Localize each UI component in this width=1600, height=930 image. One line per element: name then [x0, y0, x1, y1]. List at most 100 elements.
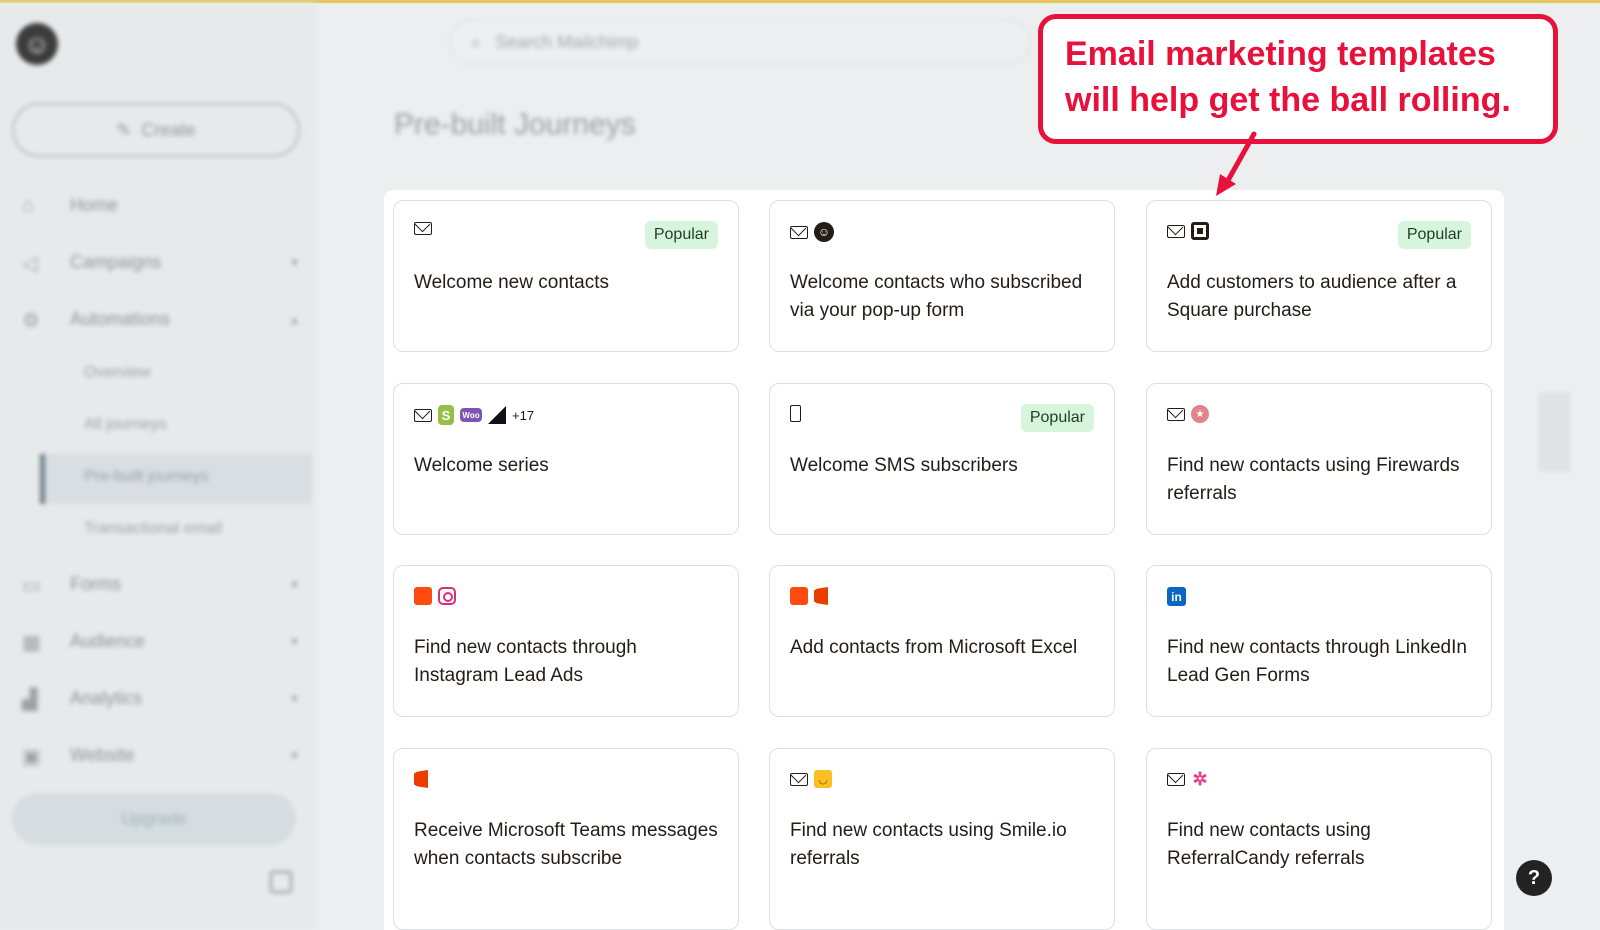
nav-campaigns[interactable]: ◁ Campaigns ▾ [22, 245, 302, 279]
callout-line-2: will help get the ball rolling. [1065, 81, 1511, 119]
chevron-down-icon: ▾ [290, 746, 298, 763]
nav-audience[interactable]: ▦ Audience ▾ [22, 624, 302, 658]
card-title: Find new contacts through Instagram Lead… [414, 637, 637, 686]
phone-icon [790, 405, 801, 422]
callout-arrow-icon [1216, 131, 1257, 196]
journey-card[interactable]: Add contacts from Microsoft Excel [769, 565, 1115, 717]
office-icon [414, 770, 428, 788]
card-title: Receive Microsoft Teams messages when co… [414, 820, 718, 869]
annotation-callout: Email marketing templates will help get … [1038, 14, 1558, 144]
feedback-tab[interactable] [1538, 392, 1570, 472]
journey-card[interactable]: Find new contacts through Instagram Lead… [393, 565, 739, 717]
nav-home-label: Home [70, 194, 119, 215]
mailchimp-logo-icon[interactable]: ☺ [16, 23, 58, 65]
smile-io-icon: ◡ [814, 770, 832, 788]
nav-forms[interactable]: ▭ Forms ▾ [22, 567, 302, 601]
more-integrations-count: +17 [512, 407, 535, 423]
create-label: Create [141, 119, 196, 140]
card-title: Welcome contacts who subscribed via your… [790, 272, 1083, 321]
email-icon [790, 225, 808, 239]
firewards-icon: ★ [1191, 405, 1209, 423]
search-input[interactable]: Search Mailchimp [495, 32, 638, 53]
megaphone-icon: ◁ [22, 253, 38, 275]
card-icons: ◡ [790, 770, 832, 788]
popular-badge: Popular [1020, 404, 1094, 432]
search-icon: ⌕ [471, 31, 482, 52]
chevron-down-icon: ▾ [290, 575, 298, 592]
card-title: Add contacts from Microsoft Excel [790, 637, 1078, 658]
card-title: Find new contacts using ReferralCandy re… [1167, 820, 1371, 869]
email-icon [414, 222, 432, 235]
shopify-icon: S [438, 405, 454, 425]
chevron-down-icon: ▾ [290, 253, 298, 270]
journeys-panel: Popular Welcome new contacts ☺ Welcome c… [384, 190, 1504, 930]
card-title: Welcome series [414, 455, 549, 476]
chevron-up-icon: ▴ [290, 310, 298, 327]
card-title: Find new contacts using Firewards referr… [1167, 455, 1460, 504]
card-title: Find new contacts through LinkedIn Lead … [1167, 637, 1467, 686]
referralcandy-icon: ✲ [1192, 768, 1208, 789]
journey-card[interactable]: in Find new contacts through LinkedIn Le… [1146, 565, 1492, 717]
card-icons [790, 587, 828, 605]
journey-card[interactable]: Popular Welcome new contacts [393, 200, 739, 352]
website-icon: ▣ [22, 746, 41, 768]
audience-icon: ▦ [22, 632, 41, 654]
card-icons [1167, 222, 1209, 240]
nav-campaigns-label: Campaigns [70, 251, 162, 272]
page-title: Pre-built Journeys [394, 108, 636, 141]
woocommerce-icon: Woo [460, 408, 482, 422]
card-title: Find new contacts using Smile.io referra… [790, 820, 1067, 869]
popular-badge: Popular [1397, 221, 1471, 249]
card-title: Welcome SMS subscribers [790, 455, 1018, 476]
instagram-icon [438, 587, 456, 605]
nav-home[interactable]: ⌂ Home [22, 188, 302, 222]
journey-card[interactable]: Receive Microsoft Teams messages when co… [393, 748, 739, 930]
pencil-icon: ✎ [116, 119, 132, 140]
card-icons: ☺ [790, 222, 834, 242]
chevron-down-icon: ▾ [290, 632, 298, 649]
create-button[interactable]: ✎ Create [12, 103, 300, 157]
sub-all-journeys[interactable]: All journeys [84, 416, 167, 434]
card-icons: in [1167, 587, 1186, 606]
journey-card[interactable]: ✲ Find new contacts using ReferralCandy … [1146, 748, 1492, 930]
email-icon [1167, 772, 1185, 786]
email-icon [414, 408, 432, 422]
mailchimp-icon: ☺ [814, 222, 834, 242]
popular-badge: Popular [644, 221, 718, 249]
sidebar: ☺ ✎ Create ⌂ Home ◁ Campaigns ▾ ⚙ Automa… [0, 3, 316, 930]
lead-ads-icon [414, 587, 432, 605]
upgrade-button[interactable]: Upgrade [12, 793, 296, 845]
journey-card[interactable]: ◡ Find new contacts using Smile.io refer… [769, 748, 1115, 930]
journey-card[interactable]: ★ Find new contacts using Firewards refe… [1146, 383, 1492, 535]
collapse-sidebar-icon[interactable] [270, 871, 292, 893]
lead-ads-icon [790, 587, 808, 605]
sub-transactional-email[interactable]: Transactional email [84, 520, 222, 538]
email-icon [1167, 224, 1185, 238]
search-bar[interactable]: ⌕ Search Mailchimp [450, 20, 1030, 64]
analytics-icon: ▟ [22, 689, 38, 711]
journey-card[interactable]: S Woo +17 Welcome series [393, 383, 739, 535]
chevron-down-icon: ▾ [290, 689, 298, 706]
help-icon[interactable]: ? [1516, 860, 1552, 896]
card-icons: S Woo +17 [414, 405, 534, 425]
journey-card[interactable]: Popular Welcome SMS subscribers [769, 383, 1115, 535]
nav-forms-label: Forms [70, 573, 121, 594]
sub-pre-built-journeys[interactable]: Pre-built journeys [84, 468, 209, 486]
home-icon: ⌂ [22, 194, 35, 216]
nav-analytics[interactable]: ▟ Analytics ▾ [22, 681, 302, 715]
callout-line-1: Email marketing templates [1065, 35, 1496, 73]
card-icons [414, 770, 428, 788]
card-icons: ★ [1167, 405, 1209, 423]
card-title: Add customers to audience after a Square… [1167, 272, 1457, 321]
sub-overview[interactable]: Overview [84, 364, 151, 382]
card-icons: ✲ [1167, 768, 1209, 789]
journey-card[interactable]: ☺ Welcome contacts who subscribed via yo… [769, 200, 1115, 352]
nav-automations-label: Automations [70, 308, 171, 329]
nav-automations[interactable]: ⚙ Automations ▴ [22, 302, 302, 336]
automations-icon: ⚙ [22, 310, 40, 332]
card-icons [790, 405, 801, 422]
nav-audience-label: Audience [70, 630, 146, 651]
journey-card[interactable]: Popular Add customers to audience after … [1146, 200, 1492, 352]
nav-website[interactable]: ▣ Website ▾ [22, 738, 302, 772]
nav-analytics-label: Analytics [70, 687, 143, 708]
